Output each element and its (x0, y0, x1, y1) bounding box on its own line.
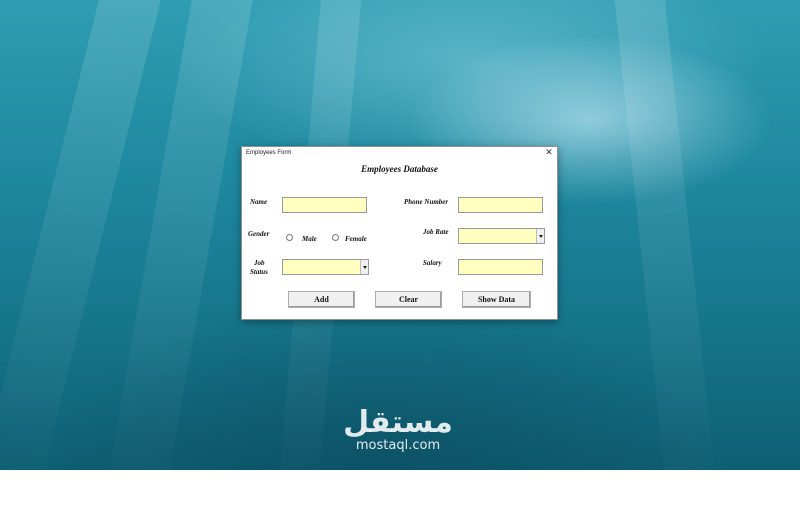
watermark: مستقل mostaql.com (342, 408, 454, 454)
close-icon[interactable]: ✕ (544, 148, 554, 159)
job-rate-dropdown-button[interactable] (536, 229, 544, 243)
watermark-site: mostaql.com (355, 438, 441, 453)
male-option-label[interactable]: Male (302, 235, 317, 243)
job-rate-select[interactable] (458, 228, 545, 244)
job-status-label-line1: Job (254, 259, 265, 267)
phone-number-input[interactable] (458, 197, 543, 213)
clear-button[interactable]: Clear (375, 291, 442, 308)
name-input[interactable] (282, 197, 367, 213)
window-title: Employees Form (246, 150, 292, 156)
job-status-label-line2: Status (250, 268, 268, 276)
job-status-select[interactable] (282, 259, 369, 275)
dropdown-arrow-icon (362, 265, 367, 269)
light-ray (610, 0, 720, 521)
title-bar[interactable]: Employees Form ✕ (242, 147, 557, 162)
phone-number-label: Phone Number (404, 198, 449, 206)
female-option-label[interactable]: Female (345, 235, 367, 243)
dropdown-arrow-icon (538, 234, 543, 238)
female-radio-icon[interactable] (332, 234, 339, 241)
gender-label: Gender (248, 230, 270, 238)
employees-form-window: Employees Form ✕ Employees Database Name… (241, 146, 558, 320)
salary-label: Salary (423, 259, 442, 267)
job-rate-label: Job Rate (423, 228, 449, 236)
name-label: Name (250, 198, 268, 206)
watermark-logo: مستقل (343, 405, 453, 440)
form-heading: Employees Database (361, 164, 438, 174)
show-data-button[interactable]: Show Data (462, 291, 531, 308)
job-status-dropdown-button[interactable] (360, 260, 368, 274)
salary-input[interactable] (458, 259, 543, 275)
add-button[interactable]: Add (288, 291, 355, 308)
male-radio-icon[interactable] (286, 234, 293, 241)
